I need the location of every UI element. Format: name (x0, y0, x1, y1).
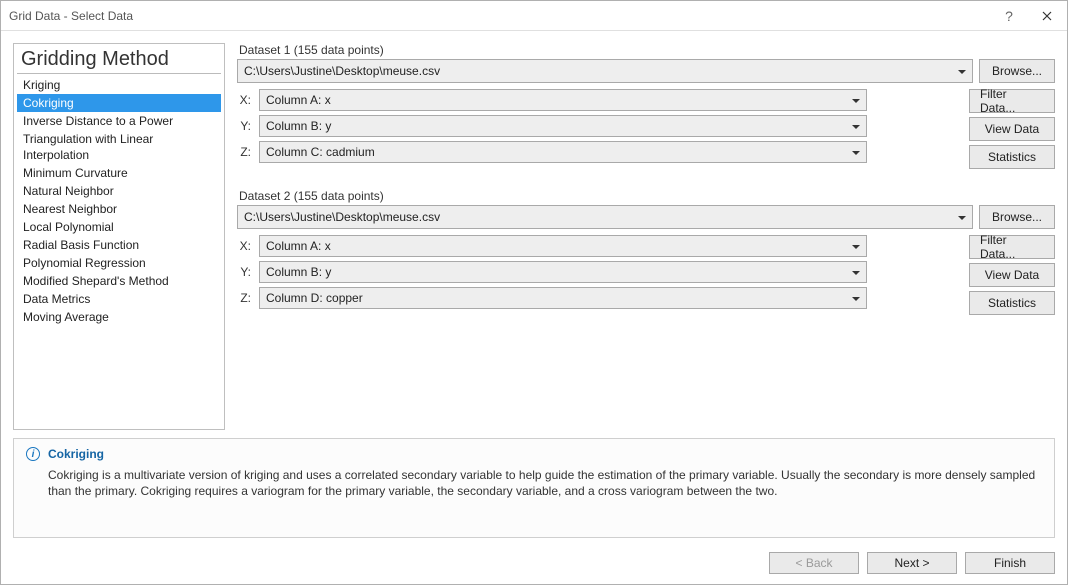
method-item-cokriging[interactable]: Cokriging (17, 94, 221, 112)
dataset-1-filter-button[interactable]: Filter Data... (969, 89, 1055, 113)
dataset-2-label: Dataset 2 (155 data points) (237, 189, 1055, 205)
dataset-2-y-value: Column B: y (266, 265, 331, 279)
method-item-radial-basis-function[interactable]: Radial Basis Function (17, 236, 221, 254)
dataset-2-filter-button[interactable]: Filter Data... (969, 235, 1055, 259)
dataset-1-view-button[interactable]: View Data (969, 117, 1055, 141)
y-label: Y: (237, 265, 251, 279)
gridding-method-panel: Gridding Method KrigingCokrigingInverse … (13, 43, 225, 430)
method-item-nearest-neighbor[interactable]: Nearest Neighbor (17, 200, 221, 218)
dataset-1-label: Dataset 1 (155 data points) (237, 43, 1055, 59)
wizard-footer: < Back Next > Finish (1, 548, 1067, 584)
dataset-1-path-select[interactable]: C:\Users\Justine\Desktop\meuse.csv (237, 59, 973, 83)
dataset-2-z-select[interactable]: Column D: copper (259, 287, 867, 309)
dataset-2-stats-button[interactable]: Statistics (969, 291, 1055, 315)
dataset-2-x-select[interactable]: Column A: x (259, 235, 867, 257)
z-label: Z: (237, 291, 251, 305)
next-button[interactable]: Next > (867, 552, 957, 574)
method-item-inverse-distance-to-a-power[interactable]: Inverse Distance to a Power (17, 112, 221, 130)
dataset-1-browse-button[interactable]: Browse... (979, 59, 1055, 83)
titlebar-controls: ? (991, 1, 1067, 30)
method-item-data-metrics[interactable]: Data Metrics (17, 290, 221, 308)
dataset-1-x-value: Column A: x (266, 93, 331, 107)
finish-button[interactable]: Finish (965, 552, 1055, 574)
method-item-minimum-curvature[interactable]: Minimum Curvature (17, 164, 221, 182)
dataset-2-path-row: C:\Users\Justine\Desktop\meuse.csv Brows… (237, 205, 1055, 229)
help-icon[interactable]: ? (991, 1, 1027, 30)
y-label: Y: (237, 119, 251, 133)
dataset-1-block: Dataset 1 (155 data points) C:\Users\Jus… (237, 43, 1055, 169)
info-title: Cokriging (48, 447, 104, 461)
method-item-polynomial-regression[interactable]: Polynomial Regression (17, 254, 221, 272)
back-button[interactable]: < Back (769, 552, 859, 574)
info-panel: i Cokriging Cokriging is a multivariate … (13, 438, 1055, 538)
dataset-1-path-text: C:\Users\Justine\Desktop\meuse.csv (244, 64, 440, 78)
info-icon: i (26, 447, 40, 461)
dataset-1-z-select[interactable]: Column C: cadmium (259, 141, 867, 163)
method-item-kriging[interactable]: Kriging (17, 76, 221, 94)
z-label: Z: (237, 145, 251, 159)
dataset-1-z-value: Column C: cadmium (266, 145, 375, 159)
dataset-1-columns-left: X: Column A: x Y: Column B: y Z: Column … (237, 89, 961, 169)
method-item-modified-shepard-s-method[interactable]: Modified Shepard's Method (17, 272, 221, 290)
gridding-method-title: Gridding Method (17, 48, 221, 74)
titlebar: Grid Data - Select Data ? (1, 1, 1067, 31)
dataset-2-block: Dataset 2 (155 data points) C:\Users\Jus… (237, 189, 1055, 315)
dataset-2-z-value: Column D: copper (266, 291, 363, 305)
x-label: X: (237, 93, 251, 107)
dataset-1-path-row: C:\Users\Justine\Desktop\meuse.csv Brows… (237, 59, 1055, 83)
dataset-2-columns: X: Column A: x Y: Column B: y Z: Column … (237, 235, 1055, 315)
data-selection-panel: Dataset 1 (155 data points) C:\Users\Jus… (237, 43, 1055, 430)
method-item-local-polynomial[interactable]: Local Polynomial (17, 218, 221, 236)
method-item-moving-average[interactable]: Moving Average (17, 308, 221, 326)
dataset-2-browse-button[interactable]: Browse... (979, 205, 1055, 229)
dataset-2-path-text: C:\Users\Justine\Desktop\meuse.csv (244, 210, 440, 224)
dialog-window: Grid Data - Select Data ? Gridding Metho… (0, 0, 1068, 585)
dataset-1-y-value: Column B: y (266, 119, 331, 133)
window-title: Grid Data - Select Data (9, 9, 133, 23)
dataset-1-y-select[interactable]: Column B: y (259, 115, 867, 137)
dataset-2-path-select[interactable]: C:\Users\Justine\Desktop\meuse.csv (237, 205, 973, 229)
info-header: i Cokriging (26, 447, 1042, 461)
gridding-method-list[interactable]: KrigingCokrigingInverse Distance to a Po… (17, 76, 221, 425)
dataset-1-side-buttons: Filter Data... View Data Statistics (969, 89, 1055, 169)
dataset-1-stats-button[interactable]: Statistics (969, 145, 1055, 169)
dataset-2-view-button[interactable]: View Data (969, 263, 1055, 287)
dataset-1-columns: X: Column A: x Y: Column B: y Z: Column … (237, 89, 1055, 169)
method-item-triangulation-with-linear-interpolation[interactable]: Triangulation with Linear Interpolation (17, 130, 221, 164)
method-item-natural-neighbor[interactable]: Natural Neighbor (17, 182, 221, 200)
close-icon[interactable] (1027, 1, 1067, 30)
dataset-2-x-value: Column A: x (266, 239, 331, 253)
dataset-2-columns-left: X: Column A: x Y: Column B: y Z: Column … (237, 235, 961, 315)
info-body: Cokriging is a multivariate version of k… (48, 467, 1042, 499)
dataset-1-x-select[interactable]: Column A: x (259, 89, 867, 111)
dataset-2-y-select[interactable]: Column B: y (259, 261, 867, 283)
x-label: X: (237, 239, 251, 253)
dialog-body: Gridding Method KrigingCokrigingInverse … (1, 31, 1067, 438)
dataset-2-side-buttons: Filter Data... View Data Statistics (969, 235, 1055, 315)
